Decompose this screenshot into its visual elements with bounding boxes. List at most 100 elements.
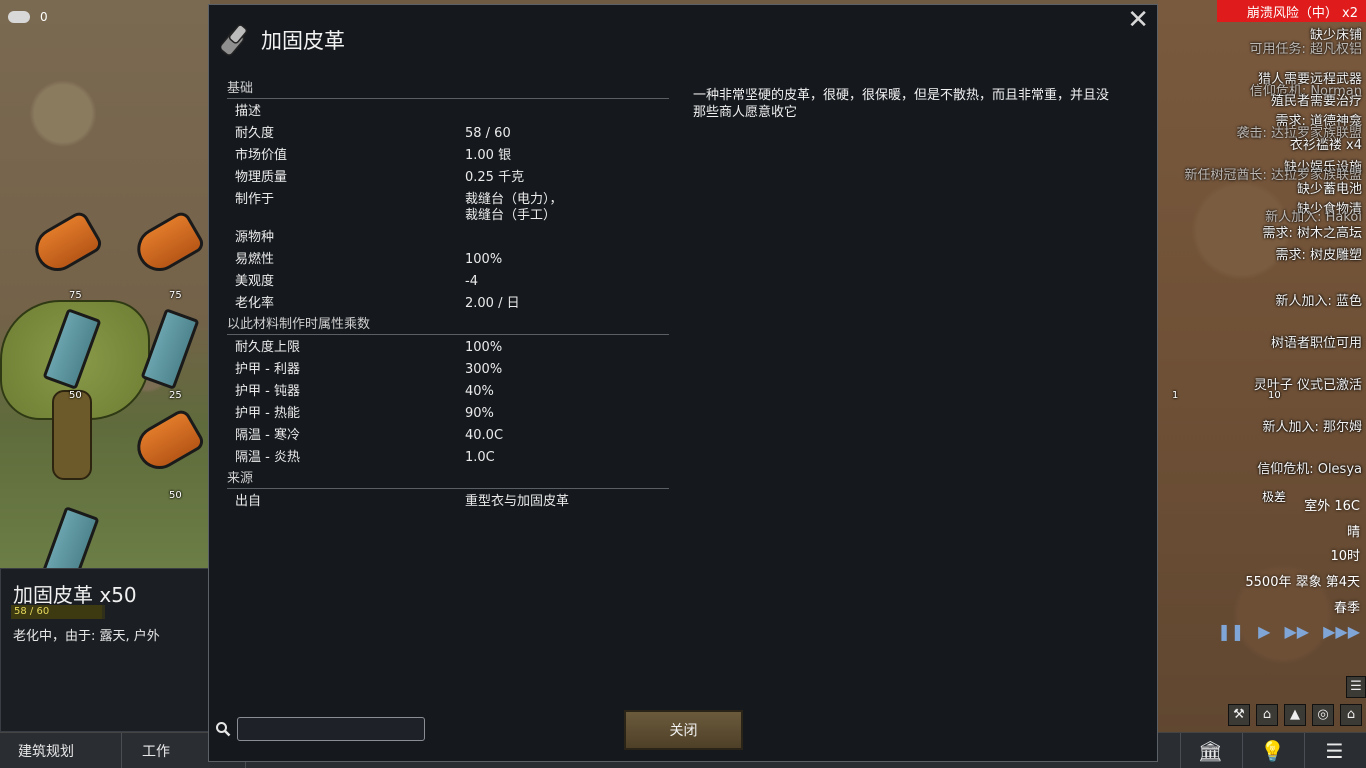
stat-label: 护甲 - 热能 — [235, 406, 300, 421]
stat-row[interactable]: 市场价值 1.00 银 — [227, 145, 669, 167]
stat-row[interactable]: 制作于 裁缝台（电力）， 裁缝台（手工） — [227, 189, 669, 227]
resource-count: 0 — [40, 10, 48, 24]
outdoor-temperature[interactable]: 室外 16C — [1304, 495, 1360, 514]
stat-label: 市场价值 — [235, 148, 288, 163]
alert-item[interactable]: 可用任务: 超凡权铝 — [1249, 38, 1362, 57]
time-of-day[interactable]: 10时 — [1330, 545, 1360, 564]
search-icon — [216, 722, 231, 737]
roof-icon[interactable]: ▲ — [1284, 704, 1306, 726]
search-bar — [215, 717, 425, 741]
stat-value: 40.0C — [465, 428, 504, 443]
lightbulb-icon[interactable]: 💡 — [1242, 733, 1302, 768]
list-icon[interactable]: ☰ — [1346, 676, 1366, 698]
alert-item[interactable]: 需求: 树皮雕塑 — [1275, 244, 1362, 263]
fastest-forward-icon[interactable]: ▶▶▶ — [1323, 622, 1360, 641]
stat-value: 300% — [465, 362, 503, 377]
section-heading: 以此材料制作时属性乘数 — [227, 315, 669, 335]
stat-row[interactable]: 隔温 - 寒冷 40.0C — [227, 425, 669, 447]
stat-row[interactable]: 源物种 — [227, 227, 669, 249]
stat-row[interactable]: 护甲 - 利器 300% — [227, 359, 669, 381]
stat-value: 0.25 千克 — [465, 170, 525, 185]
stat-label: 描述 — [235, 104, 262, 119]
stat-label: 护甲 - 利器 — [235, 362, 300, 377]
tab-architect[interactable]: 建筑规划 — [0, 733, 122, 768]
alert-item[interactable]: 需求: 树木之高坛 — [1262, 222, 1362, 241]
stat-label: 老化率 — [235, 296, 275, 311]
stack-count: 50 — [69, 390, 82, 401]
alert-item[interactable]: 衣衫褴褛 x4 — [1290, 134, 1362, 153]
menu-icon[interactable]: ☰ — [1304, 733, 1364, 768]
stat-value — [465, 104, 669, 123]
stat-row[interactable]: 耐久度 58 / 60 — [227, 123, 669, 145]
stat-value: 1.0C — [465, 450, 495, 465]
stat-label: 美观度 — [235, 274, 275, 289]
play-icon[interactable]: ▶ — [1258, 622, 1270, 641]
stat-value: 58 / 60 — [465, 126, 511, 141]
stat-row[interactable]: 隔温 - 炎热 1.0C — [227, 447, 669, 469]
season[interactable]: 春季 — [1334, 597, 1360, 616]
stack-count: 25 — [169, 390, 182, 401]
stat-row[interactable]: 耐久度上限 100% — [227, 337, 669, 359]
alert-item[interactable]: 灵叶子 仪式已激活 — [1254, 374, 1362, 393]
stat-value: 2.00 / 日 — [465, 296, 520, 311]
stat-value — [465, 230, 669, 249]
inspect-status: 老化中，由于: 露天, 户外 — [13, 629, 160, 644]
stat-row[interactable]: 护甲 - 热能 90% — [227, 403, 669, 425]
stat-label: 物理质量 — [235, 170, 288, 185]
speed-controls: ❚❚ ▶ ▶▶ ▶▶▶ — [1217, 622, 1360, 641]
left-map-area[interactable] — [0, 0, 210, 568]
stat-row[interactable]: 出自 重型衣与加固皮革 — [227, 491, 669, 513]
stat-row[interactable]: 易燃性 100% — [227, 249, 669, 271]
alert-item[interactable]: 信仰危机: Olesya — [1257, 458, 1362, 477]
hit-points-text: 58 / 60 — [14, 606, 50, 617]
date[interactable]: 5500年 翠象 第4天 — [1245, 571, 1360, 590]
stat-row[interactable]: 护甲 - 钝器 40% — [227, 381, 669, 403]
stat-value: 90% — [465, 406, 494, 421]
stat-label: 易燃性 — [235, 252, 275, 267]
stat-label: 源物种 — [235, 230, 275, 245]
alert-breakdown-risk[interactable]: 崩溃风险（中） x2 — [1216, 0, 1366, 22]
alert-item[interactable]: 树语者职位可用 — [1271, 332, 1362, 351]
stat-row[interactable]: 物理质量 0.25 千克 — [227, 167, 669, 189]
silver-coins-icon — [8, 11, 30, 23]
close-button[interactable]: 关闭 — [624, 710, 743, 750]
leather-roll-icon — [221, 24, 248, 56]
stat-label: 隔温 - 炎热 — [235, 450, 300, 465]
alert-item[interactable]: 殖民者需要治疗 — [1271, 90, 1362, 109]
resource-counter: 0 — [8, 10, 48, 24]
stat-value: 1.00 银 — [465, 148, 512, 163]
stat-row[interactable]: 描述 — [227, 101, 669, 123]
section-heading: 来源 — [227, 469, 669, 489]
alert-item[interactable]: 新人加入: 那尔姆 — [1262, 416, 1362, 435]
stat-label: 出自 — [235, 494, 262, 509]
hit-points-bar: 58 / 60 — [11, 605, 105, 619]
stat-value: 40% — [465, 384, 494, 399]
building-icon[interactable]: 🏛 — [1180, 733, 1240, 768]
alert-list: 缺少床铺 可用任务: 超凡权铝 猎人需要远程武器 信仰危机: Norman 殖民… — [1142, 22, 1362, 522]
stats-panel: 基础 描述 耐久度 58 / 60 市场价值 1.00 银 物理质量 0.25 千克 … — [227, 79, 669, 513]
stat-label: 耐久度上限 — [235, 340, 301, 355]
house-icon[interactable]: ⌂ — [1340, 704, 1362, 726]
stat-row[interactable]: 美观度 -4 — [227, 271, 669, 293]
inspect-title: 加固皮革 x50 — [13, 583, 137, 607]
pause-icon[interactable]: ❚❚ — [1217, 622, 1244, 641]
stack-count: 75 — [69, 290, 82, 301]
stat-value: 100% — [465, 252, 503, 267]
hammer-icon[interactable]: ⚒ — [1228, 704, 1250, 726]
weather[interactable]: 晴 — [1347, 521, 1360, 540]
stat-label: 隔温 - 寒冷 — [235, 428, 300, 443]
alert-item[interactable]: 新人加入: 蓝色 — [1275, 290, 1362, 309]
stat-label: 耐久度 — [235, 126, 275, 141]
section-heading: 基础 — [227, 79, 669, 99]
close-icon[interactable]: ✕ — [1127, 7, 1149, 33]
stack-count: 50 — [169, 490, 182, 501]
alert-item[interactable]: 缺少蓄电池 — [1297, 178, 1362, 197]
stat-label: 制作于 — [235, 192, 275, 207]
fast-forward-icon[interactable]: ▶▶ — [1284, 622, 1309, 641]
compass-icon[interactable]: ◎ — [1312, 704, 1334, 726]
item-description: 一种非常坚硬的皮革，很硬，很保暖，但是不散热，而且非常重，并且没那些商人愿意收它 — [693, 88, 1110, 120]
search-input[interactable] — [237, 717, 425, 741]
stat-row[interactable]: 老化率 2.00 / 日 — [227, 293, 669, 315]
tree-trunk[interactable] — [52, 390, 92, 480]
home-icon[interactable]: ⌂ — [1256, 704, 1278, 726]
